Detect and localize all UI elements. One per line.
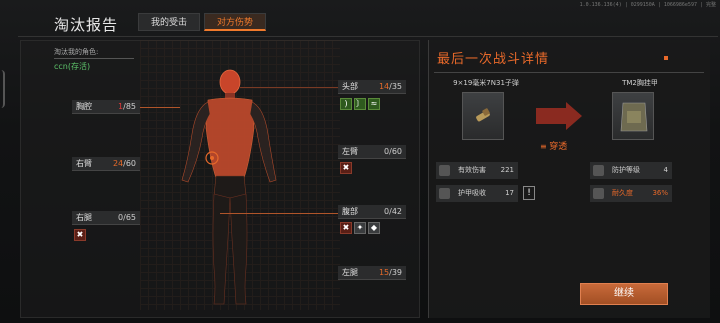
tab-enemy-injuries[interactable]: 对方伤势: [204, 13, 267, 31]
header-divider: [18, 36, 718, 37]
tab-my-hits[interactable]: 我的受击: [138, 13, 201, 31]
part-left-arm[interactable]: 左臂 0/60: [338, 145, 406, 159]
stat-armor-absorb: 护甲吸收 17: [436, 185, 518, 202]
sound-icon: 〕: [354, 98, 366, 110]
shield-icon: [593, 165, 604, 176]
last-fight-title: 最后一次战斗详情: [437, 52, 550, 67]
head-shape: [219, 69, 241, 95]
stat-durability: 耐久度 36%: [590, 185, 672, 202]
part-abdomen[interactable]: 腹部 0/42: [338, 205, 406, 219]
right-leg-shape: [212, 193, 231, 305]
part-right-leg[interactable]: 右腿 0/65: [72, 211, 140, 225]
pain-icon: ◆: [368, 222, 380, 234]
last-fight-divider: [434, 72, 704, 73]
left-arm-shape: [249, 101, 277, 183]
part-chest[interactable]: 胸腔 1/85: [72, 100, 140, 114]
connector-abdomen: [220, 213, 338, 214]
ammo-item[interactable]: [462, 92, 504, 140]
connector-head: [240, 87, 338, 88]
right-arm-shape: [181, 101, 211, 183]
version-text: 1.0.136.136(4) | 0299150A | 1066986e597 …: [579, 2, 716, 8]
armor-icon: [620, 102, 648, 132]
direction-arrow-icon: [536, 102, 582, 130]
tinnitus-icon: ≈: [368, 98, 380, 110]
bleeding-icon: ✖: [340, 162, 352, 174]
contusion-icon: ✦: [354, 222, 366, 234]
ammo-icon: [476, 108, 490, 122]
body-figure: [181, 69, 277, 305]
side-handle[interactable]: [0, 70, 5, 108]
title-marker: [664, 56, 668, 60]
kill-report-screen: 1.0.136.136(4) | 0299150A | 1066986e597 …: [0, 0, 720, 323]
fracture-icon: ✖: [74, 229, 86, 241]
crosshair-icon: [439, 188, 450, 199]
killer-divider: [54, 58, 134, 59]
ammo-name: 9×19毫米7N31子弹: [453, 79, 519, 87]
stat-damage: 有效伤害 221: [436, 162, 518, 179]
destroyed-icon: ✖: [340, 222, 352, 234]
pierce-label: ≡ 穿透: [540, 142, 568, 152]
durability-icon: [593, 188, 604, 199]
warning-icon[interactable]: !: [523, 186, 535, 200]
part-left-leg[interactable]: 左腿 15/39: [338, 266, 406, 280]
pierce-icon: ≡: [540, 142, 550, 151]
armor-name: TM2胸挂甲: [622, 79, 658, 87]
killer-name[interactable]: ccn(存活): [54, 61, 90, 72]
part-head[interactable]: 头部 14/35: [338, 80, 406, 94]
tab-bar: 我的受击 对方伤势: [138, 13, 267, 31]
damage-icon: [439, 165, 450, 176]
connector-chest: [140, 107, 180, 108]
hearing-icon: ): [340, 98, 352, 110]
torso-shape: [205, 97, 255, 179]
killer-label: 淘汰我的角色:: [54, 48, 99, 56]
stat-protection-class: 防护等级 4: [590, 162, 672, 179]
armor-item[interactable]: [612, 92, 654, 140]
continue-button[interactable]: 继续: [580, 283, 668, 305]
page-title: 淘汰报告: [54, 16, 119, 34]
part-right-arm[interactable]: 右臂 24/60: [72, 157, 140, 171]
left-leg-shape: [229, 193, 248, 305]
